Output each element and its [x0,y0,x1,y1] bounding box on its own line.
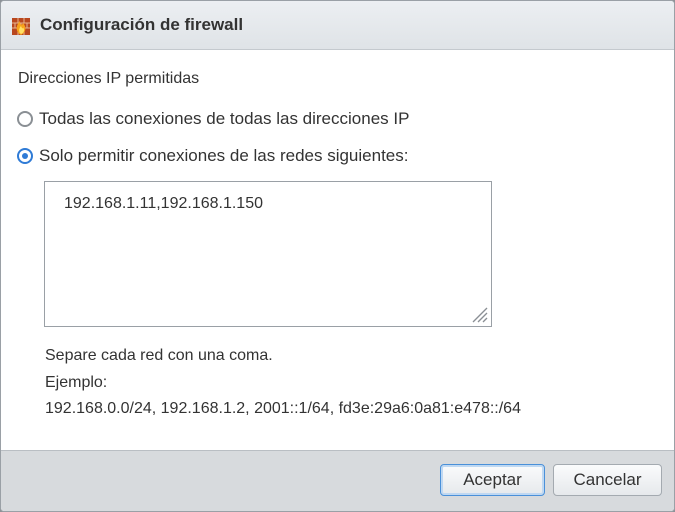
dialog-titlebar: Configuración de firewall [1,1,674,50]
radio-button-checked[interactable] [17,148,33,164]
dialog-footer: Aceptar Cancelar [1,450,674,511]
radio-button-unchecked[interactable] [17,111,33,127]
radio-only-networks-label: Solo permitir conexiones de las redes si… [39,146,409,165]
radio-all-connections[interactable]: Todas las conexiones de todas las direcc… [17,109,409,129]
dialog-title: Configuración de firewall [40,15,244,34]
allowed-networks-textarea[interactable]: 192.168.1.11,192.168.1.150 [44,181,492,327]
cancel-button[interactable]: Cancelar [553,464,662,496]
help-separator-text: Separe cada red con una coma. [45,347,273,364]
section-label: Direcciones IP permitidas [18,70,200,87]
help-example-value: 192.168.0.0/24, 192.168.1.2, 2001::1/64,… [45,400,521,417]
radio-only-networks[interactable]: Solo permitir conexiones de las redes si… [17,146,408,166]
firewall-icon [12,18,30,35]
accept-button[interactable]: Aceptar [440,464,545,496]
firewall-settings-dialog: Configuración de firewall Direcciones IP… [0,0,675,512]
allowed-networks-value: 192.168.1.11,192.168.1.150 [64,195,263,212]
radio-all-connections-label: Todas las conexiones de todas las direcc… [39,109,410,128]
resize-grip-icon[interactable] [469,304,489,324]
help-example-label: Ejemplo: [45,374,108,391]
